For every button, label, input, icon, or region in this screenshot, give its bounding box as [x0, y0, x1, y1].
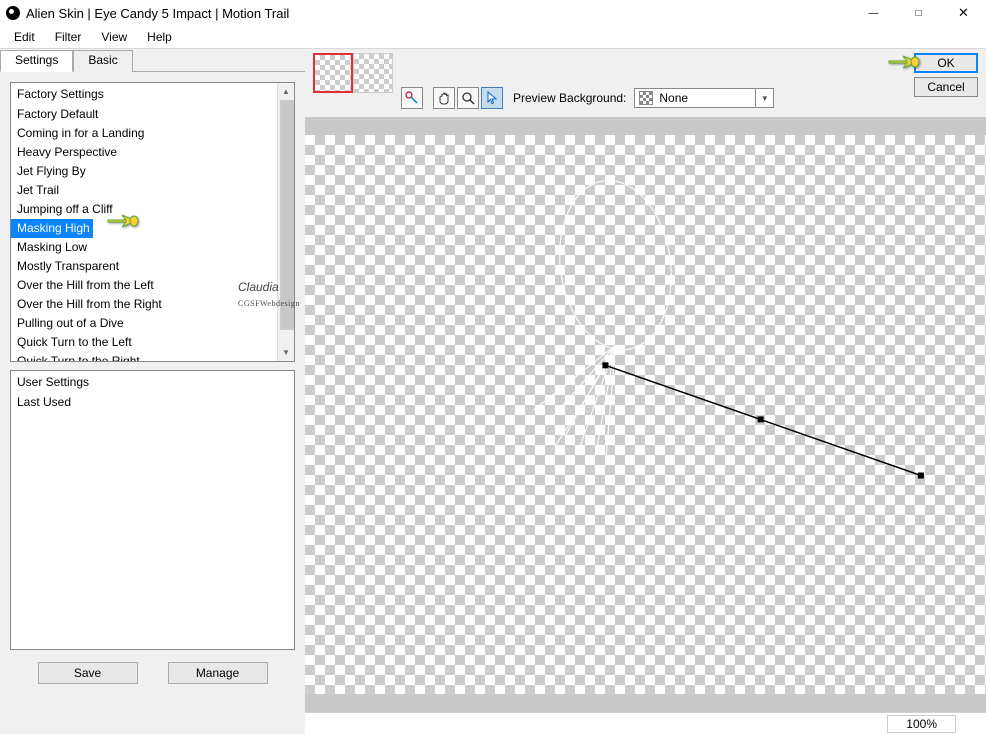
preview-artwork: [305, 135, 986, 694]
preview-toolbar: Preview Background: None ▼: [401, 87, 774, 109]
list-item[interactable]: Masking Low: [11, 238, 294, 257]
menu-edit[interactable]: Edit: [4, 28, 45, 46]
list-item[interactable]: Over the Hill from the Right: [11, 295, 294, 314]
thumbnail-selected[interactable]: [313, 53, 353, 93]
list-item[interactable]: Pulling out of a Dive: [11, 314, 294, 333]
thumbnail[interactable]: [353, 53, 393, 93]
title-bar: Alien Skin | Eye Candy 5 Impact | Motion…: [0, 0, 986, 26]
divider-bar-bottom: [305, 694, 986, 712]
scroll-up-icon[interactable]: ▲: [278, 83, 294, 100]
preview-bg-combo[interactable]: None ▼: [634, 88, 774, 108]
ok-button[interactable]: OK: [914, 53, 978, 73]
list-item[interactable]: Factory Default: [11, 105, 294, 124]
close-button[interactable]: ✕: [941, 0, 986, 26]
preview-bg-label: Preview Background:: [513, 91, 626, 105]
list-item[interactable]: Mostly Transparent: [11, 257, 294, 276]
menu-bar: Edit Filter View Help: [0, 26, 986, 48]
list-item[interactable]: Jet Flying By: [11, 162, 294, 181]
menu-view[interactable]: View: [91, 28, 137, 46]
manage-button[interactable]: Manage: [168, 662, 268, 684]
cancel-button[interactable]: Cancel: [914, 77, 978, 97]
panel-tabs: Settings Basic: [0, 50, 305, 72]
minimize-button[interactable]: ―: [851, 0, 896, 26]
zoom-indicator[interactable]: 100%: [887, 715, 956, 733]
list-item[interactable]: Last Used: [11, 393, 294, 412]
user-settings-list[interactable]: User Settings Last Used: [10, 370, 295, 650]
preview-bg-value: None: [659, 91, 688, 105]
thumbnail-strip: [313, 53, 393, 93]
factory-header: Factory Settings: [11, 83, 294, 105]
list-item[interactable]: Jet Trail: [11, 181, 294, 200]
menu-filter[interactable]: Filter: [45, 28, 92, 46]
preview-canvas[interactable]: [305, 135, 986, 694]
tab-settings[interactable]: Settings: [0, 50, 73, 72]
list-item[interactable]: Over the Hill from the Left: [11, 276, 294, 295]
maximize-button[interactable]: □: [896, 0, 941, 26]
right-panel: Preview Background: None ▼ OK Cancel: [305, 49, 986, 734]
list-item[interactable]: Heavy Perspective: [11, 143, 294, 162]
hand-tool-icon[interactable]: [433, 87, 455, 109]
wand-tool-icon[interactable]: [401, 87, 423, 109]
menu-help[interactable]: Help: [137, 28, 182, 46]
pointer-tool-icon[interactable]: [481, 87, 503, 109]
chevron-down-icon[interactable]: ▼: [755, 89, 773, 107]
app-icon: [6, 6, 20, 20]
scroll-down-icon[interactable]: ▼: [278, 344, 294, 361]
tab-basic[interactable]: Basic: [73, 50, 132, 72]
left-panel: Settings Basic Factory Settings Factory …: [0, 49, 305, 734]
save-button[interactable]: Save: [38, 662, 138, 684]
divider-bar: [305, 117, 986, 135]
list-item-selected[interactable]: Masking High: [11, 219, 93, 238]
user-header: User Settings: [11, 371, 294, 393]
transparency-swatch-icon: [639, 91, 653, 105]
scroll-thumb[interactable]: [280, 100, 295, 330]
list-item[interactable]: Quick Turn to the Right: [11, 352, 294, 362]
scrollbar[interactable]: ▲ ▼: [277, 83, 294, 361]
window-controls: ― □ ✕: [851, 0, 986, 26]
zoom-tool-icon[interactable]: [457, 87, 479, 109]
list-item[interactable]: Quick Turn to the Left: [11, 333, 294, 352]
list-item[interactable]: Jumping off a Cliff: [11, 200, 294, 219]
factory-settings-list[interactable]: Factory Settings Factory Default Coming …: [10, 82, 295, 362]
list-item[interactable]: Coming in for a Landing: [11, 124, 294, 143]
status-bar: 100%: [305, 712, 986, 734]
window-title: Alien Skin | Eye Candy 5 Impact | Motion…: [26, 6, 851, 21]
